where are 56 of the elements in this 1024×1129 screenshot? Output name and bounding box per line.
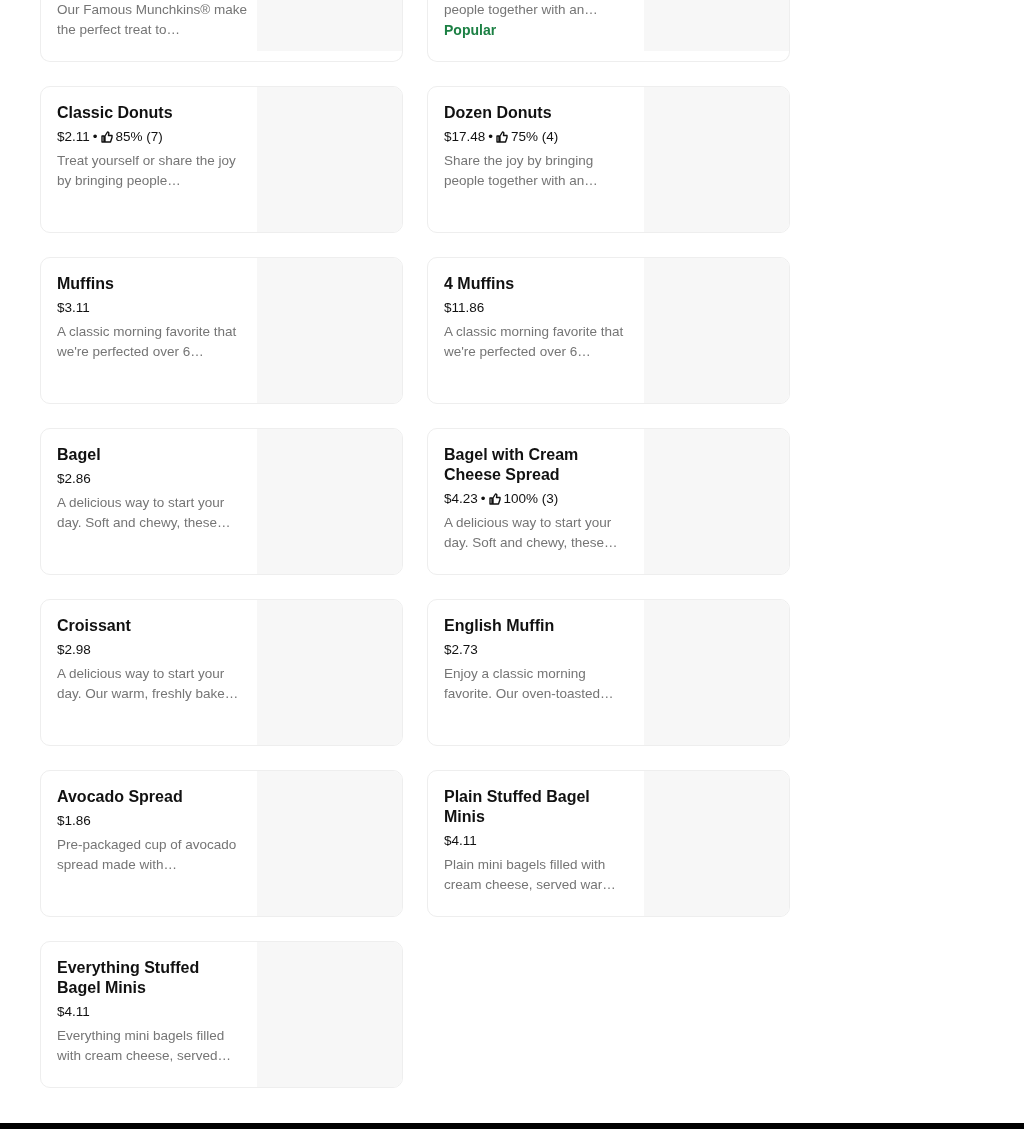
- item-description: Everything mini bagels filled with cream cheese, served…: [57, 1027, 233, 1065]
- item-description: A delicious way to start your day. Our warm, freshly bake…: [57, 665, 240, 703]
- menu-item-card[interactable]: Everything Stuffed Bagel Minis $4.11 Everything mini bagels filled with cream cheese, served…: [40, 941, 403, 1088]
- item-description: people together with an…: [444, 1, 599, 19]
- menu-item-card[interactable]: Muffins $3.11 A classic morning favorite that we're perfected over 6…: [40, 257, 403, 404]
- menu-item-card[interactable]: Croissant $2.98 A delicious way to start your day. Our warm, freshly bake…: [40, 599, 403, 746]
- item-name: English Muffin: [444, 616, 556, 636]
- item-price: $4.11: [444, 832, 477, 850]
- item-price: $17.48: [444, 128, 486, 146]
- thumbs-up-icon: [488, 493, 501, 505]
- item-price: $4.11: [57, 1003, 90, 1021]
- item-description: Enjoy a classic morning favorite. Our oven-toasted…: [444, 665, 615, 703]
- item-description: Share the joy by bringing people together with an…: [444, 152, 599, 190]
- menu-item-card[interactable]: Classic Donuts $2.11 • 85% (7) Treat yourself or share the joy by bringing people…: [40, 86, 403, 233]
- item-description: A delicious way to start your day. Soft and chewy, these…: [444, 514, 619, 552]
- item-name: Classic Donuts: [57, 103, 174, 123]
- popular-tag: Popular: [444, 20, 634, 40]
- item-description: Pre-packaged cup of avocado spread made with…: [57, 836, 238, 874]
- item-price: $4.23: [444, 490, 478, 508]
- item-price: $2.86: [57, 470, 91, 488]
- menu-item-card[interactable]: Dozen Donuts $17.48 • 75% (4) Share the joy by bringing people together with an…: [427, 86, 790, 233]
- menu-item-card[interactable]: 4 Muffins $11.86 A classic morning favorite that we're perfected over 6…: [427, 257, 790, 404]
- item-description: Treat yourself or share the joy by bringing people…: [57, 152, 237, 190]
- item-description: A delicious way to start your day. Soft and chewy, these…: [57, 494, 232, 532]
- item-name: Everything Stuffed Bagel Minis: [57, 958, 201, 998]
- item-name: Dozen Donuts: [444, 103, 553, 123]
- item-price: $2.11: [57, 128, 90, 146]
- item-rating: 85% (7): [115, 128, 163, 146]
- item-name: Bagel: [57, 445, 102, 465]
- item-name: Muffins: [57, 274, 115, 294]
- separator-dot: •: [480, 490, 486, 508]
- item-description: A classic morning favorite that we're perfected over 6…: [57, 323, 238, 361]
- menu-item-card[interactable]: English Muffin $2.73 Enjoy a classic morning favorite. Our oven-toasted…: [427, 599, 790, 746]
- item-description: Plain mini bagels filled with cream cheese, served war…: [444, 856, 617, 894]
- menu-item-card[interactable]: Avocado Spread $1.86 Pre-packaged cup of avocado spread made with…: [40, 770, 403, 917]
- item-description: A classic morning favorite that we're perfected over 6…: [444, 323, 625, 361]
- menu-item-card[interactable]: Plain Stuffed Bagel Minis $4.11 Plain mini bagels filled with cream cheese, served war…: [427, 770, 790, 917]
- item-price: $2.73: [444, 641, 478, 659]
- item-name: Plain Stuffed Bagel Minis: [444, 787, 591, 827]
- menu-item-card[interactable]: Bagel $2.86 A delicious way to start your day. Soft and chewy, these…: [40, 428, 403, 575]
- item-price: $3.11: [57, 299, 90, 317]
- item-price: $11.86: [444, 299, 485, 317]
- item-name: Avocado Spread: [57, 787, 184, 807]
- thumbs-up-icon: [100, 131, 113, 143]
- menu-item-card[interactable]: Bagel with Cream Cheese Spread $4.23 • 100% (3) A delicious way to start your day. Soft and chewy, these…: [427, 428, 790, 575]
- item-price: $2.98: [57, 641, 91, 659]
- item-price: $1.86: [57, 812, 91, 830]
- thumbs-up-icon: [496, 131, 509, 143]
- item-rating: 100% (3): [503, 490, 559, 508]
- item-name: Bagel with Cream Cheese Spread: [444, 445, 580, 485]
- separator-dot: •: [92, 128, 98, 146]
- item-name: 4 Muffins: [444, 274, 516, 294]
- item-name: Croissant: [57, 616, 132, 636]
- item-rating: 75% (4): [511, 128, 559, 146]
- separator-dot: •: [488, 128, 494, 146]
- item-description: Our Famous Munchkins® make the perfect treat to…: [57, 1, 247, 39]
